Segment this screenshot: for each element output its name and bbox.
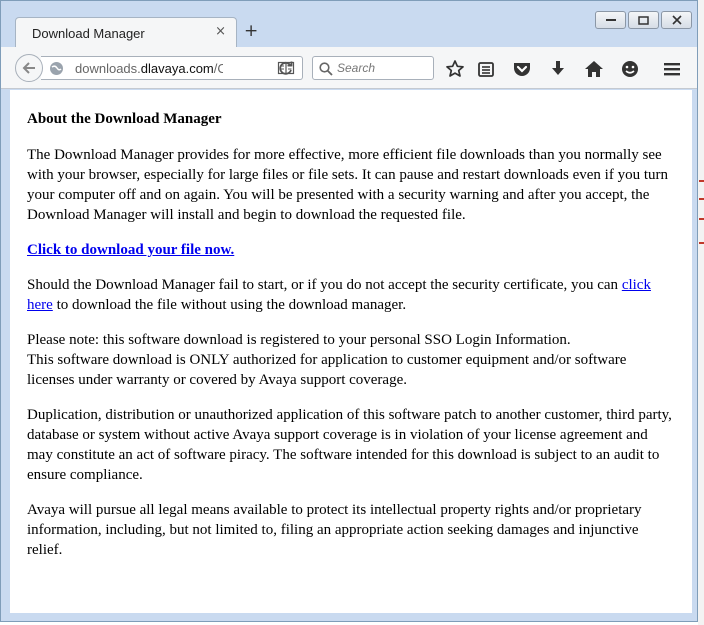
background-marker	[699, 198, 704, 200]
close-icon	[671, 15, 682, 25]
minimize-icon	[605, 18, 616, 21]
search-input[interactable]: Search	[312, 56, 434, 80]
tab-download-manager[interactable]: Download Manager ×	[15, 17, 237, 47]
search-icon	[319, 61, 333, 80]
reading-list-icon[interactable]	[475, 58, 497, 80]
background-marker	[699, 242, 704, 244]
address-bar[interactable]: downloads.dlavaya.com/Cc	[41, 56, 303, 80]
reload-icon	[279, 61, 293, 75]
globe-icon	[49, 61, 64, 80]
legal-paragraph: Avaya will pursue all legal means availa…	[27, 502, 642, 558]
home-icon[interactable]	[583, 58, 605, 80]
hello-icon[interactable]	[619, 58, 641, 80]
pocket-icon[interactable]	[511, 58, 533, 80]
tab-close-icon[interactable]: ×	[215, 24, 226, 39]
back-arrow-icon	[22, 62, 35, 74]
title-bar: Download Manager × +	[1, 1, 697, 47]
duplication-paragraph: Duplication, distribution or unauthorize…	[27, 407, 672, 483]
downloads-icon[interactable]	[547, 58, 569, 80]
tab-title: Download Manager	[32, 26, 145, 41]
menu-icon[interactable]	[661, 58, 683, 80]
page-content: About the Download Manager The Download …	[10, 90, 692, 613]
background-window-edge	[698, 0, 704, 625]
back-button[interactable]	[15, 54, 43, 82]
background-marker	[699, 180, 704, 182]
download-file-link[interactable]: Click to download your file now.	[27, 242, 234, 258]
url-text[interactable]: downloads.dlavaya.com/Cc	[75, 61, 223, 76]
reload-button[interactable]	[271, 57, 301, 79]
note-paragraph: Please note: this software download is r…	[27, 332, 627, 388]
search-placeholder: Search	[337, 61, 376, 75]
navigation-toolbar: downloads.dlavaya.com/Cc Search	[1, 47, 697, 89]
intro-paragraph: The Download Manager provides for more e…	[27, 147, 669, 223]
fallback-paragraph: Should the Download Manager fail to star…	[27, 277, 651, 313]
new-tab-button[interactable]: +	[244, 21, 258, 41]
browser-window: Download Manager × + downloads.dlavaya.c…	[0, 0, 698, 622]
document: About the Download Manager The Download …	[27, 109, 677, 575]
download-link-paragraph: Click to download your file now.	[27, 240, 677, 260]
restore-button[interactable]	[628, 11, 659, 29]
page-title: About the Download Manager	[27, 111, 222, 127]
restore-icon	[638, 15, 649, 25]
minimize-button[interactable]	[595, 11, 626, 29]
close-window-button[interactable]	[661, 11, 692, 29]
bookmark-star-icon[interactable]	[444, 58, 466, 80]
background-marker	[699, 218, 704, 220]
